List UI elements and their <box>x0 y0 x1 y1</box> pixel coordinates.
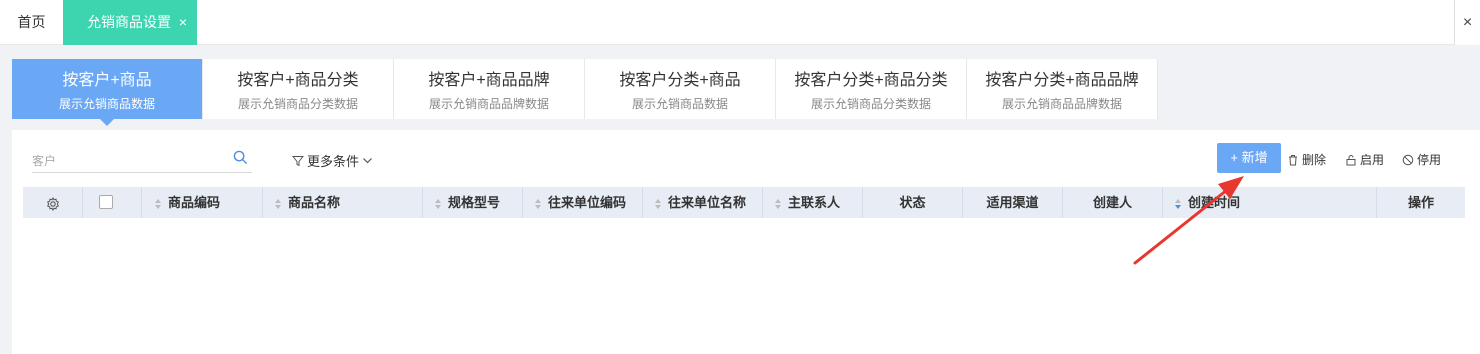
customer-search-input[interactable]: 客户 <box>32 147 252 173</box>
column-creator[interactable]: 创建人 <box>1063 187 1163 218</box>
ban-icon <box>1402 154 1414 165</box>
window-close-icon[interactable]: × <box>1454 0 1480 45</box>
delete-button[interactable]: 删除 <box>1287 151 1326 168</box>
chevron-down-icon <box>363 158 372 164</box>
mode-tab-subtitle: 展示允销商品分类数据 <box>810 97 931 111</box>
column-partner-name[interactable]: 往来单位名称 <box>643 187 763 218</box>
column-partner-code[interactable]: 往来单位编码 <box>523 187 643 218</box>
column-actions: 操作 <box>1377 187 1465 218</box>
mode-tab[interactable]: 按客户分类+商品 展示允销商品数据 <box>585 59 776 119</box>
top-tab-bar: 首页 允销商品设置 × × <box>0 0 1480 45</box>
search-placeholder: 客户 <box>32 154 57 168</box>
column-channel[interactable]: 适用渠道 <box>963 187 1063 218</box>
mode-tab-title: 按客户分类+商品品牌 <box>985 72 1139 89</box>
table-header: 商品编码 商品名称 规格型号 往来单位编码 往来单位名称 主联系人 状态 适用渠… <box>23 187 1465 218</box>
column-settings[interactable] <box>23 187 83 218</box>
sort-icon <box>775 198 782 209</box>
mode-tab-subtitle: 展示允销商品数据 <box>58 97 155 111</box>
more-conditions-button[interactable]: 更多条件 <box>292 151 373 170</box>
enable-button[interactable]: 启用 <box>1345 151 1384 168</box>
mode-tab-title: 按客户分类+商品分类 <box>794 72 948 89</box>
column-label: 创建时间 <box>1188 195 1241 210</box>
tab-allowed-goods-settings[interactable]: 允销商品设置 × <box>63 0 197 45</box>
mode-tab-subtitle: 展示允销商品分类数据 <box>237 97 358 111</box>
mode-tab-title: 按客户+商品 <box>62 72 152 89</box>
column-label: 商品名称 <box>288 195 341 210</box>
column-label: 往来单位编码 <box>548 195 627 210</box>
column-product-code[interactable]: 商品编码 <box>142 187 263 218</box>
enable-label: 启用 <box>1360 153 1385 167</box>
column-status[interactable]: 状态 <box>863 187 963 218</box>
select-all-cell <box>83 187 142 218</box>
mode-tab-subtitle: 展示允销商品品牌数据 <box>1001 97 1122 111</box>
tab-home[interactable]: 首页 <box>0 0 63 45</box>
sort-icon <box>275 198 282 209</box>
sort-icon <box>435 198 442 209</box>
column-label: 操作 <box>1407 195 1434 210</box>
mode-tab[interactable]: 按客户分类+商品品牌 展示允销商品品牌数据 <box>967 59 1158 119</box>
mode-tab-title: 按客户+商品品牌 <box>428 72 550 89</box>
add-button[interactable]: + 新增 <box>1217 143 1281 173</box>
column-label: 适用渠道 <box>986 195 1039 210</box>
tab-label: 允销商品设置 <box>87 14 171 30</box>
column-product-name[interactable]: 商品名称 <box>263 187 423 218</box>
sort-icon <box>535 198 542 209</box>
mode-tab[interactable]: 按客户+商品品牌 展示允销商品品牌数据 <box>394 59 585 119</box>
select-all-checkbox[interactable] <box>99 195 113 209</box>
filter-icon <box>292 155 304 166</box>
mode-tabs: 按客户+商品 展示允销商品数据 按客户+商品分类 展示允销商品分类数据 按客户+商品品牌… <box>12 59 1158 126</box>
mode-tab-subtitle: 展示允销商品数据 <box>631 97 728 111</box>
column-created-time[interactable]: 创建时间 <box>1163 187 1377 218</box>
sort-icon <box>655 198 662 209</box>
mode-tab-title: 按客户+商品分类 <box>237 72 359 89</box>
column-label: 商品编码 <box>168 195 221 210</box>
disable-label: 停用 <box>1417 153 1442 167</box>
mode-tab-subtitle: 展示允销商品品牌数据 <box>428 97 549 111</box>
mode-tab[interactable]: 按客户+商品 展示允销商品数据 <box>12 59 203 126</box>
mode-tab[interactable]: 按客户分类+商品分类 展示允销商品分类数据 <box>776 59 967 119</box>
trash-icon <box>1289 154 1297 165</box>
column-label: 规格型号 <box>448 195 501 210</box>
unlock-icon <box>1346 154 1356 165</box>
more-conditions-label: 更多条件 <box>307 154 360 169</box>
mode-tab-title: 按客户分类+商品 <box>619 72 741 89</box>
search-icon[interactable] <box>233 150 248 165</box>
column-label: 往来单位名称 <box>668 195 747 210</box>
tab-close-icon[interactable]: × <box>179 0 187 45</box>
column-main-contact[interactable]: 主联系人 <box>763 187 863 218</box>
column-label: 主联系人 <box>788 195 841 210</box>
mode-tab[interactable]: 按客户+商品分类 展示允销商品分类数据 <box>203 59 394 119</box>
sort-icon <box>1175 198 1182 209</box>
column-label: 状态 <box>899 195 926 210</box>
column-spec-model[interactable]: 规格型号 <box>423 187 523 218</box>
column-label: 创建人 <box>1092 195 1132 210</box>
disable-button[interactable]: 停用 <box>1402 151 1441 168</box>
delete-label: 删除 <box>1302 153 1327 167</box>
sort-icon <box>155 198 162 209</box>
gear-icon[interactable] <box>46 196 60 211</box>
content-panel: 客户 更多条件 + 新增 删除 启用 停用 商品编码 商品名称 规格型号 往来单… <box>12 130 1480 354</box>
